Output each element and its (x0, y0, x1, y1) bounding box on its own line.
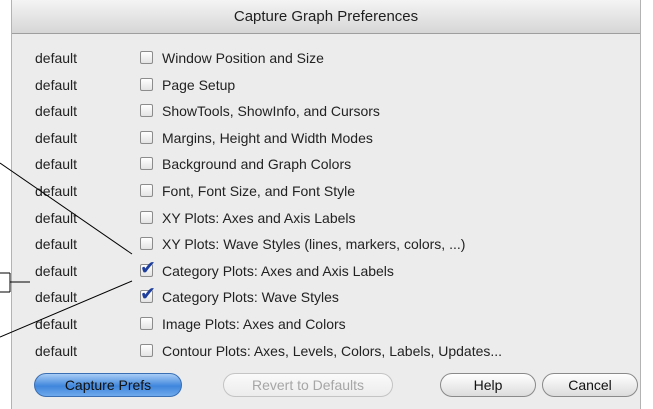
preference-label[interactable]: Background and Graph Colors (162, 156, 351, 172)
dialog-title: Capture Graph Preferences (12, 0, 640, 34)
preference-checkbox[interactable]: ✔ (140, 184, 153, 197)
capture-prefs-button[interactable]: Capture Prefs (34, 373, 182, 397)
preference-label[interactable]: Category Plots: Axes and Axis Labels (162, 263, 394, 279)
preference-row: default ✔ XY Plots: Wave Styles (lines, ma… (12, 233, 632, 257)
preference-row: default ✔ Page Setup (12, 74, 632, 98)
preference-checkbox[interactable]: ✔ (140, 259, 156, 278)
preference-label[interactable]: Page Setup (162, 77, 235, 93)
preference-label[interactable]: ShowTools, ShowInfo, and Cursors (162, 103, 380, 119)
preference-row: default ✔ XY Plots: Axes and Axis Labels (12, 207, 632, 231)
preference-checkbox[interactable]: ✔ (140, 211, 153, 224)
default-status-label: default (35, 103, 78, 119)
default-status-label: default (35, 130, 78, 146)
preference-label[interactable]: Category Plots: Wave Styles (162, 289, 339, 305)
default-status-label: default (35, 316, 78, 332)
default-status-label: default (35, 156, 78, 172)
preference-row: default ✔ Category Plots: Axes and Axis La… (12, 259, 632, 284)
cancel-button[interactable]: Cancel (542, 373, 638, 397)
preference-checkbox[interactable]: ✔ (140, 237, 153, 250)
preference-checkbox[interactable]: ✔ (140, 317, 153, 330)
capture-graph-preferences-dialog: Capture Graph Preferences default ✔ Window… (11, 0, 641, 409)
preference-row: default ✔ Image Plots: Axes and Colors (12, 313, 632, 337)
preference-checkbox[interactable]: ✔ (140, 78, 153, 91)
preference-checkbox[interactable]: ✔ (140, 131, 153, 144)
preference-label[interactable]: Contour Plots: Axes, Levels, Colors, Lab… (162, 343, 502, 359)
help-button[interactable]: Help (440, 373, 536, 397)
default-status-label: default (35, 343, 78, 359)
preference-checkbox[interactable]: ✔ (140, 104, 153, 117)
checkmark-icon: ✔ (140, 284, 156, 305)
preference-checkbox[interactable]: ✔ (140, 285, 156, 304)
preference-checkbox[interactable]: ✔ (140, 344, 153, 357)
preference-row: default ✔ Background and Graph Colors (12, 153, 632, 177)
default-status-label: default (35, 183, 78, 199)
default-status-label: default (35, 210, 78, 226)
preference-row: default ✔ Contour Plots: Axes, Levels, Col… (12, 340, 632, 364)
default-status-label: default (35, 50, 78, 66)
preference-label[interactable]: Font, Font Size, and Font Style (162, 183, 355, 199)
preference-label[interactable]: XY Plots: Wave Styles (lines, markers, c… (162, 236, 465, 252)
preference-row: default ✔ Margins, Height and Width Modes (12, 127, 632, 151)
preference-label[interactable]: Image Plots: Axes and Colors (162, 316, 346, 332)
preference-row: default ✔ Window Position and Size (12, 47, 632, 71)
preference-checkbox[interactable]: ✔ (140, 157, 153, 170)
preference-row: default ✔ Font, Font Size, and Font Style (12, 180, 632, 204)
preference-row: default ✔ Category Plots: Wave Styles (12, 285, 632, 310)
preference-label[interactable]: XY Plots: Axes and Axis Labels (162, 210, 356, 226)
preference-label[interactable]: Window Position and Size (162, 50, 324, 66)
default-status-label: default (35, 289, 78, 305)
preference-checkbox[interactable]: ✔ (140, 51, 153, 64)
default-status-label: default (35, 77, 78, 93)
revert-to-defaults-button[interactable]: Revert to Defaults (223, 373, 393, 397)
default-status-label: default (35, 236, 78, 252)
preference-row: default ✔ ShowTools, ShowInfo, and Cursors (12, 100, 632, 124)
default-status-label: default (35, 263, 78, 279)
checkmark-icon: ✔ (140, 258, 156, 279)
preference-label[interactable]: Margins, Height and Width Modes (162, 130, 373, 146)
